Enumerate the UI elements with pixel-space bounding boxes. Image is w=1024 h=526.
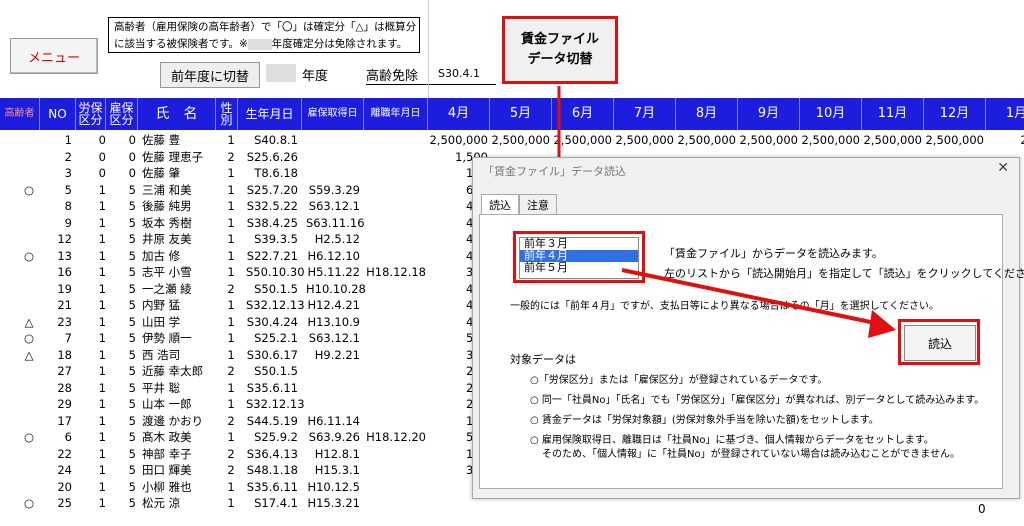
- bullet-4-cont: そのため、「個人情報」に「社員No」が登録されていない場合は読み込むことができま…: [542, 449, 960, 460]
- load-panel: 前年３月 前年４月 前年５月 「賃金ファイル」からデータを読込みます。 左のリス…: [479, 214, 1024, 489]
- bullet-2: ○ 同一「社員No」「氏名」でも「労保区分」「雇保区分」が異なれば、別データとし…: [530, 395, 985, 406]
- bullet-3: ○ 賃金データは「労保対象額」(労保対象外手当を除いた額)をセットします。: [530, 415, 879, 426]
- bullet-4: ○ 雇用保険取得日、離職日は「社員No」に基づき、個人情報からデータをセットしま…: [530, 435, 934, 446]
- load-button[interactable]: 読込: [904, 325, 976, 361]
- instruction-1: 「賃金ファイル」からデータを読込みます。: [664, 247, 883, 260]
- list-item[interactable]: 前年５月: [520, 262, 638, 274]
- instruction-2: 左のリストから「読込開始月」を指定して「読込」をクリックしてください。: [664, 267, 1024, 280]
- target-heading: 対象データは: [510, 353, 576, 366]
- bullet-1: ○「労保区分」または「雇保区分」が登録されているデータです。: [530, 375, 828, 386]
- start-month-list[interactable]: 前年３月 前年４月 前年５月: [519, 237, 639, 279]
- dialog-title: 「賃金ファイル」データ読込: [483, 165, 626, 178]
- tab-load[interactable]: 読込: [481, 194, 519, 215]
- tab-note[interactable]: 注意: [519, 194, 557, 215]
- wage-file-load-dialog: 「賃金ファイル」データ読込 ✕ 読込 注意 前年３月 前年４月 前年５月 「賃金…: [472, 157, 1024, 499]
- bottom-zero: 0: [978, 502, 986, 516]
- close-icon[interactable]: ✕: [997, 160, 1009, 176]
- general-note: 一般的には「前年４月」ですが、支払日等により異なる場合はその「月」を選択してくだ…: [510, 301, 939, 312]
